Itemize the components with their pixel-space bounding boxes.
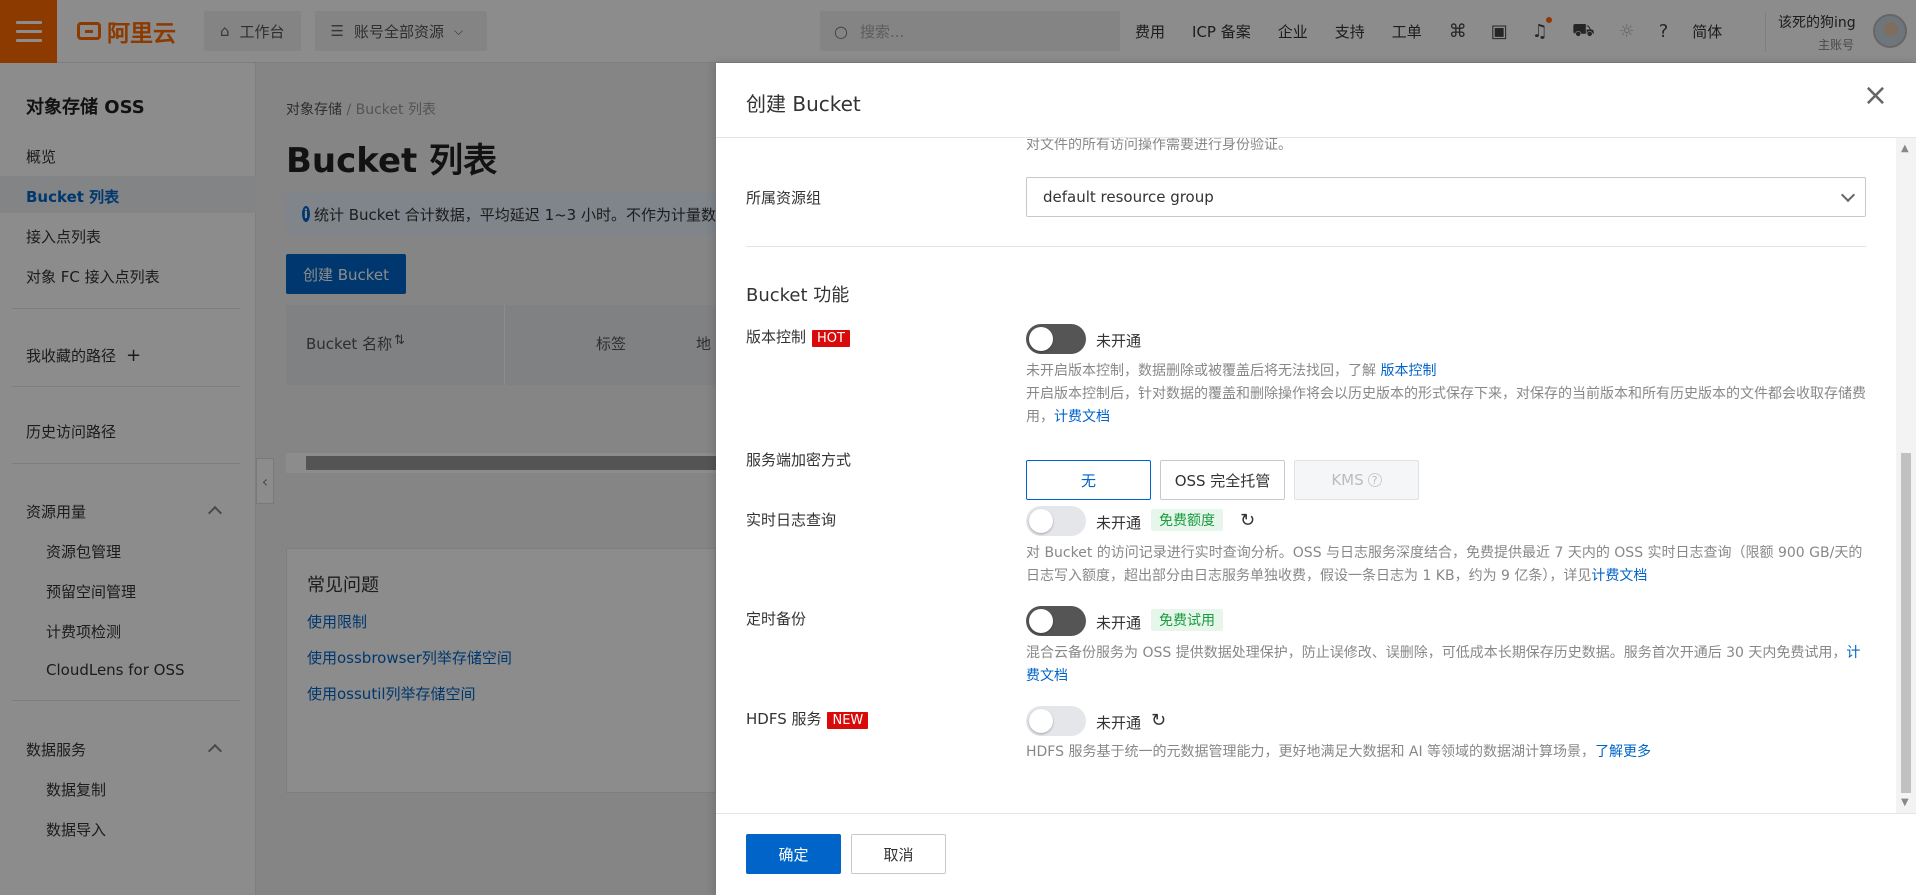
modal-overlay-top[interactable] bbox=[0, 0, 1916, 63]
hdfs-status: 未开通 bbox=[1096, 714, 1142, 732]
hdfs-learn-more-link[interactable]: 了解更多 bbox=[1595, 744, 1651, 760]
hdfs-desc-text: HDFS 服务基于统一的元数据管理能力，更好地满足大数据和 AI 等领域的数据湖… bbox=[1026, 744, 1596, 760]
versioning-desc1: 未开启版本控制，数据删除或被覆盖后将无法找回，了解 bbox=[1026, 363, 1376, 379]
vertical-scrollbar[interactable]: ▲ ▼ bbox=[1896, 138, 1916, 813]
cancel-button[interactable]: 取消 bbox=[851, 834, 946, 874]
modal-overlay[interactable] bbox=[0, 63, 716, 895]
encryption-option-oss[interactable]: OSS 完全托管 bbox=[1160, 460, 1285, 500]
close-icon[interactable]: × bbox=[1863, 81, 1888, 111]
divider bbox=[746, 246, 1866, 247]
versioning-desc: 未开启版本控制，数据删除或被覆盖后将无法找回，了解 版本控制开启版本控制后，针对… bbox=[1026, 360, 1866, 429]
versioning-desc2: 开启版本控制后，针对数据的覆盖和删除操作将会以历史版本的形式保存下来，对保存的当… bbox=[1026, 386, 1866, 425]
new-badge: NEW bbox=[827, 712, 869, 729]
realtime-log-desc: 对 Bucket 的访问记录进行实时查询分析。OSS 与日志服务深度结合，免费提… bbox=[1026, 542, 1866, 588]
hdfs-desc: HDFS 服务基于统一的元数据管理能力，更好地满足大数据和 AI 等领域的数据湖… bbox=[1026, 741, 1866, 764]
refresh-icon[interactable]: ↻ bbox=[1240, 510, 1255, 531]
kms-label: KMS bbox=[1331, 471, 1364, 489]
resource-group-value: default resource group bbox=[1043, 188, 1214, 206]
hdfs-toggle[interactable] bbox=[1026, 706, 1086, 736]
chevron-down-icon bbox=[1840, 187, 1856, 203]
realtime-log-toggle[interactable] bbox=[1026, 506, 1086, 536]
create-bucket-drawer: 创建 Bucket × 对文件的所有访问操作需要进行身份验证。 所属资源组 de… bbox=[716, 63, 1916, 895]
scroll-up-arrow[interactable]: ▲ bbox=[1901, 143, 1909, 154]
versioning-status: 未开通 bbox=[1096, 332, 1142, 350]
hot-badge: HOT bbox=[812, 330, 850, 347]
hdfs-label-text: HDFS 服务 bbox=[746, 710, 822, 728]
encryption-option-kms: KMS? bbox=[1294, 460, 1419, 500]
backup-toggle[interactable] bbox=[1026, 606, 1086, 636]
drawer-footer: 确定 取消 bbox=[716, 813, 1916, 895]
drawer-body: 对文件的所有访问操作需要进行身份验证。 所属资源组 default resour… bbox=[716, 138, 1896, 813]
refresh-icon[interactable]: ↻ bbox=[1151, 710, 1166, 731]
help-icon: ? bbox=[1367, 473, 1382, 487]
realtime-log-billing-link[interactable]: 计费文档 bbox=[1591, 568, 1647, 584]
encryption-option-none[interactable]: 无 bbox=[1026, 460, 1151, 500]
backup-desc-text: 混合云备份服务为 OSS 提供数据处理保护，防止误修改、误删除，可低成本长期保存… bbox=[1026, 645, 1847, 661]
scroll-down-arrow[interactable]: ▼ bbox=[1901, 797, 1909, 808]
realtime-log-desc-text: 对 Bucket 的访问记录进行实时查询分析。OSS 与日志服务深度结合，免费提… bbox=[1026, 545, 1863, 584]
versioning-label-text: 版本控制 bbox=[746, 328, 807, 346]
versioning-billing-link[interactable]: 计费文档 bbox=[1054, 409, 1110, 425]
backup-desc: 混合云备份服务为 OSS 提供数据处理保护，防止误修改、误删除，可低成本长期保存… bbox=[1026, 642, 1866, 688]
free-trial-tag: 免费试用 bbox=[1151, 609, 1223, 631]
backup-status: 未开通 bbox=[1096, 614, 1142, 632]
free-quota-tag: 免费额度 bbox=[1151, 509, 1223, 531]
encryption-label: 服务端加密方式 bbox=[746, 451, 852, 469]
versioning-label: 版本控制 HOT bbox=[746, 326, 850, 347]
realtime-log-status: 未开通 bbox=[1096, 514, 1142, 532]
hdfs-label: HDFS 服务 NEW bbox=[746, 708, 869, 729]
versioning-link[interactable]: 版本控制 bbox=[1380, 363, 1436, 379]
section-title: Bucket 功能 bbox=[746, 285, 850, 306]
drawer-header: 创建 Bucket × bbox=[716, 63, 1916, 138]
backup-label: 定时备份 bbox=[746, 610, 807, 628]
realtime-log-label: 实时日志查询 bbox=[746, 511, 837, 529]
scrollbar-thumb[interactable] bbox=[1901, 453, 1911, 793]
auth-description: 对文件的所有访问操作需要进行身份验证。 bbox=[1026, 138, 1292, 153]
confirm-button[interactable]: 确定 bbox=[746, 834, 841, 874]
resource-group-label: 所属资源组 bbox=[746, 189, 822, 207]
versioning-toggle[interactable] bbox=[1026, 324, 1086, 354]
drawer-title: 创建 Bucket bbox=[746, 92, 861, 116]
resource-group-select[interactable]: default resource group bbox=[1026, 177, 1866, 217]
